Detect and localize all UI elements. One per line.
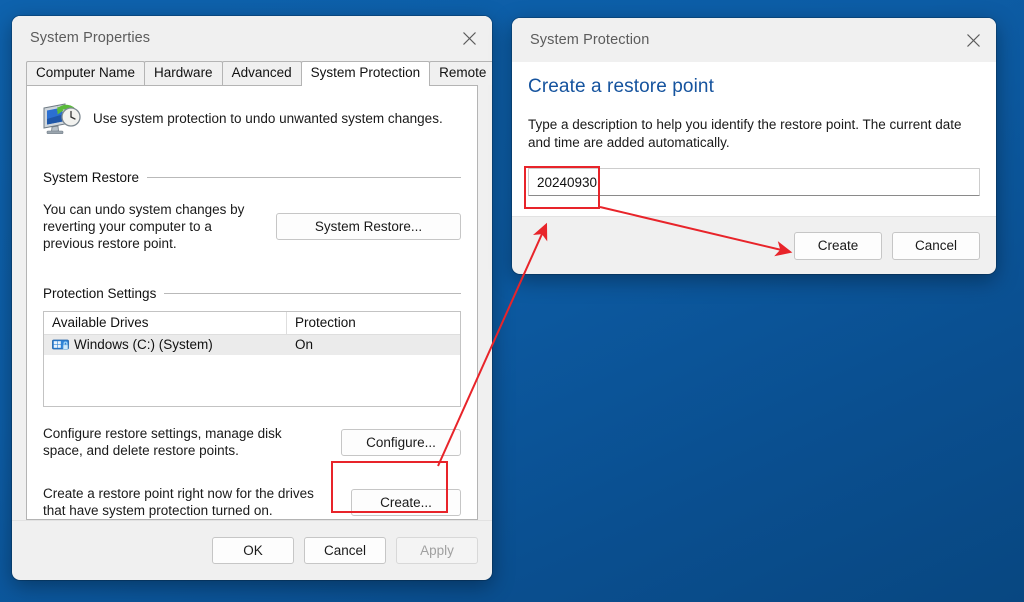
configure-row: Configure restore settings, manage disk … — [43, 425, 461, 459]
tab-hardware[interactable]: Hardware — [144, 61, 223, 85]
system-properties-footer: OK Cancel Apply — [12, 520, 492, 580]
explanation-text: Type a description to help you identify … — [528, 117, 962, 150]
cancel-button[interactable]: Cancel — [304, 537, 386, 564]
drive-cell: Windows (C:) (System) — [44, 335, 287, 355]
system-protection-titlebar: System Protection — [512, 18, 996, 62]
create-button[interactable]: Create — [794, 231, 882, 260]
table-row[interactable]: Windows (C:) (System) On — [44, 335, 460, 355]
page-title: Create a restore point — [528, 76, 714, 97]
tab-advanced[interactable]: Advanced — [221, 61, 302, 85]
tab-computer-name[interactable]: Computer Name — [26, 61, 146, 85]
group-divider — [147, 177, 461, 178]
system-properties-title: System Properties — [30, 30, 151, 46]
system-properties-window: System Properties Computer Name Hardware… — [12, 16, 492, 580]
restore-point-description-input[interactable] — [528, 168, 980, 196]
system-restore-group: System Restore You can undo system chang… — [43, 170, 461, 252]
apply-button[interactable]: Apply — [396, 537, 478, 564]
create-restore-point-button[interactable]: Create... — [351, 488, 461, 516]
system-protection-title: System Protection — [530, 32, 650, 48]
system-protection-footer: Create Cancel — [512, 216, 996, 274]
intro-row: Use system protection to undo unwanted s… — [27, 86, 477, 136]
available-drives-table[interactable]: Available Drives Protection Windows (C:)… — [43, 311, 461, 407]
system-restore-row: You can undo system changes by reverting… — [43, 201, 461, 252]
close-icon[interactable] — [446, 16, 492, 60]
configure-button[interactable]: Configure... — [341, 428, 461, 456]
intro-text: Use system protection to undo unwanted s… — [93, 110, 443, 126]
system-protection-window: System Protection Create a restore point… — [512, 18, 996, 274]
protection-settings-group-label: Protection Settings — [43, 286, 157, 301]
configure-description: Configure restore settings, manage disk … — [43, 426, 282, 458]
protection-settings-group-title: Protection Settings — [43, 286, 461, 301]
system-restore-group-title: System Restore — [43, 170, 461, 185]
system-properties-titlebar: System Properties — [12, 16, 492, 60]
system-restore-description: You can undo system changes by reverting… — [43, 202, 245, 251]
system-restore-button[interactable]: System Restore... — [276, 213, 461, 240]
ok-button[interactable]: OK — [212, 537, 294, 564]
cancel-button[interactable]: Cancel — [892, 231, 980, 260]
tab-system-protection[interactable]: System Protection — [300, 61, 431, 86]
system-protection-tab-panel: Use system protection to undo unwanted s… — [26, 85, 478, 520]
protection-cell: On — [295, 337, 314, 352]
column-header-available-drives: Available Drives — [44, 312, 287, 334]
create-description: Create a restore point right now for the… — [43, 486, 314, 518]
system-restore-icon — [41, 100, 81, 136]
system-properties-tabstrip: Computer Name Hardware Advanced System P… — [26, 60, 492, 86]
column-header-protection: Protection — [295, 315, 356, 330]
system-restore-group-label: System Restore — [43, 170, 140, 185]
system-protection-body: Create a restore point Type a descriptio… — [512, 62, 996, 216]
tab-remote[interactable]: Remote — [429, 61, 492, 85]
group-divider — [164, 293, 461, 294]
protection-settings-group: Protection Settings Available Drives Pro… — [43, 286, 461, 519]
table-header-row: Available Drives Protection — [44, 312, 460, 335]
close-icon[interactable] — [950, 18, 996, 62]
create-row: Create a restore point right now for the… — [43, 485, 461, 519]
drive-label: Windows (C:) (System) — [74, 337, 213, 352]
windows-drive-icon — [52, 337, 69, 352]
